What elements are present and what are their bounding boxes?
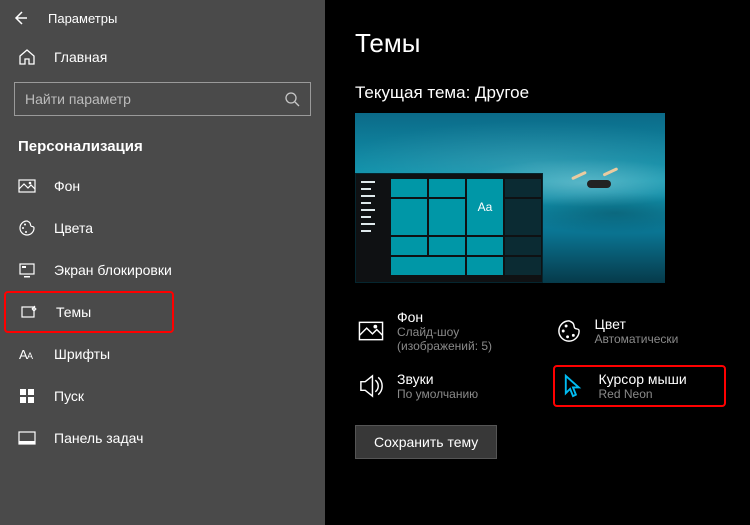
setting-subtitle: Red Neon bbox=[599, 387, 687, 401]
sidebar-item-background[interactable]: Фон bbox=[0, 165, 325, 207]
palette-icon bbox=[18, 219, 36, 237]
sidebar-item-lockscreen[interactable]: Экран блокировки bbox=[0, 249, 325, 291]
home-icon bbox=[18, 48, 36, 66]
setting-title: Цвет bbox=[595, 316, 679, 332]
sidebar-item-themes[interactable]: Темы bbox=[4, 291, 174, 333]
setting-background[interactable]: Фон Слайд-шоу (изображений: 5) bbox=[355, 305, 529, 357]
setting-title: Звуки bbox=[397, 371, 478, 387]
sidebar-item-label: Пуск bbox=[54, 388, 84, 404]
search-icon bbox=[284, 91, 300, 107]
theme-preview[interactable]: Aa bbox=[355, 113, 665, 283]
setting-title: Фон bbox=[397, 309, 527, 325]
svg-text:A: A bbox=[27, 351, 33, 361]
sidebar-item-label: Цвета bbox=[54, 220, 93, 236]
preview-aa-tile: Aa bbox=[467, 179, 503, 235]
setting-cursor[interactable]: Курсор мыши Red Neon bbox=[553, 365, 727, 407]
themes-icon bbox=[20, 303, 38, 321]
start-icon bbox=[18, 387, 36, 405]
sidebar-item-label: Темы bbox=[56, 304, 91, 320]
sidebar-home-label: Главная bbox=[54, 49, 107, 65]
save-theme-button[interactable]: Сохранить тему bbox=[355, 425, 497, 459]
back-button[interactable] bbox=[10, 8, 30, 28]
cursor-icon bbox=[559, 372, 587, 400]
titlebar: Параметры bbox=[0, 0, 325, 36]
arrow-left-icon bbox=[12, 10, 28, 26]
sidebar-item-taskbar[interactable]: Панель задач bbox=[0, 417, 325, 459]
setting-subtitle: Слайд-шоу (изображений: 5) bbox=[397, 325, 527, 353]
picture-icon bbox=[357, 317, 385, 345]
setting-title: Курсор мыши bbox=[599, 371, 687, 387]
settings-sidebar: Параметры Главная Персонализация Фон Цве… bbox=[0, 0, 325, 525]
sidebar-item-label: Панель задач bbox=[54, 430, 143, 446]
sidebar-item-colors[interactable]: Цвета bbox=[0, 207, 325, 249]
content-area: Темы Текущая тема: Другое Aa Фон bbox=[325, 0, 750, 525]
preview-mini-sidebar bbox=[361, 181, 381, 232]
taskbar-icon bbox=[18, 429, 36, 447]
nav-list: Фон Цвета Экран блокировки Темы AA Шрифт… bbox=[0, 165, 325, 459]
setting-sounds[interactable]: Звуки По умолчанию bbox=[355, 365, 529, 407]
sidebar-item-label: Шрифты bbox=[54, 346, 110, 362]
search-box[interactable] bbox=[14, 82, 311, 116]
sidebar-home[interactable]: Главная bbox=[0, 36, 325, 78]
setting-subtitle: По умолчанию bbox=[397, 387, 478, 401]
sidebar-item-label: Фон bbox=[54, 178, 80, 194]
preview-mini-tiles: Aa bbox=[391, 179, 537, 277]
picture-icon bbox=[18, 177, 36, 195]
theme-settings-grid: Фон Слайд-шоу (изображений: 5) Цвет Авто… bbox=[355, 305, 726, 407]
palette-icon bbox=[555, 317, 583, 345]
setting-subtitle: Автоматически bbox=[595, 332, 679, 346]
lockscreen-icon bbox=[18, 261, 36, 279]
section-title: Персонализация bbox=[0, 124, 325, 165]
current-theme-prefix: Текущая тема: bbox=[355, 83, 470, 102]
sidebar-item-start[interactable]: Пуск bbox=[0, 375, 325, 417]
page-title: Темы bbox=[355, 28, 726, 59]
current-theme-name: Другое bbox=[475, 83, 529, 102]
search-container bbox=[0, 78, 325, 124]
sidebar-item-label: Экран блокировки bbox=[54, 262, 172, 278]
speaker-icon bbox=[357, 372, 385, 400]
sidebar-item-fonts[interactable]: AA Шрифты bbox=[0, 333, 325, 375]
current-theme-label: Текущая тема: Другое bbox=[355, 83, 726, 103]
search-input[interactable] bbox=[25, 91, 245, 107]
app-title: Параметры bbox=[48, 11, 117, 26]
fonts-icon: AA bbox=[18, 345, 36, 363]
preview-mini-window: Aa bbox=[355, 173, 543, 283]
setting-color[interactable]: Цвет Автоматически bbox=[553, 305, 727, 357]
preview-figure bbox=[563, 168, 625, 200]
